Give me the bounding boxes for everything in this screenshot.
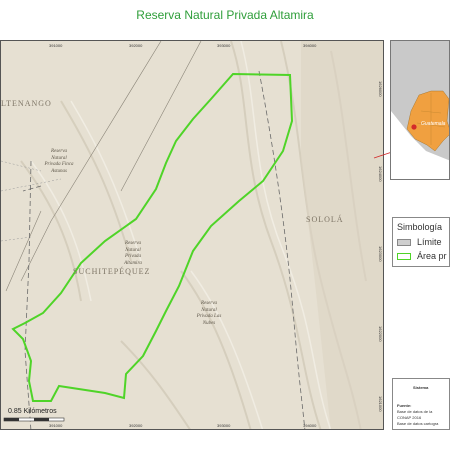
place-tenango: LTENANGO: [1, 99, 52, 108]
annotation-line: Nubes: [202, 320, 216, 326]
right-tick-2: 1624000: [378, 166, 383, 182]
inset-locator-map[interactable]: Guatemala: [390, 40, 450, 180]
place-suchitepequez: SUCHITEPÉQUEZ: [73, 267, 151, 276]
annotation-line: Astunas: [51, 168, 67, 174]
scale-bar-graphic: [3, 417, 65, 422]
legend-swatch-limite: [397, 239, 411, 246]
legend-label-limite: Límite: [417, 237, 442, 247]
scale-label: 0.85 Kilómetros: [8, 408, 57, 415]
top-tick-1: 391000: [49, 43, 63, 48]
bottom-tick-2: 392000: [129, 423, 143, 428]
terrain-map-graphic: [1, 41, 383, 429]
right-tick-5: 1621000: [378, 396, 383, 412]
main-map[interactable]: 391000 392000 393000 394000 391000 39200…: [0, 40, 384, 430]
info-source-line: Base de datos de la: [397, 409, 433, 414]
legend-title: Simbología: [397, 222, 443, 232]
legend-label-area: Área pr: [417, 251, 447, 261]
top-tick-3: 393000: [217, 43, 231, 48]
top-tick-4: 394000: [303, 43, 317, 48]
annotation-las-nubes: Reserva Natural Privada Las Nubes: [187, 301, 231, 327]
place-solola: SOLOLÁ: [306, 215, 344, 224]
legend-panel: Simbología Límite Área pr: [392, 217, 450, 267]
map-title: Reserva Natural Privada Altamira: [136, 8, 314, 22]
info-source-line: CONAP 2016: [397, 415, 422, 420]
legend-swatch-area: [397, 253, 411, 260]
info-heading: Sistema: [413, 385, 429, 390]
bottom-tick-4: 394000: [303, 423, 317, 428]
inset-country-label: Guatemala: [421, 121, 446, 127]
legend-item-limite: Límite: [397, 237, 449, 249]
legend-item-area: Área pr: [397, 251, 449, 263]
inset-map-graphic: [391, 41, 449, 179]
source-info-box: Sistema Fuente: Base de datos de la CONA…: [392, 378, 450, 430]
right-tick-4: 1622000: [378, 326, 383, 342]
annotation-line: Altamira: [124, 260, 142, 266]
location-marker: [411, 124, 417, 130]
info-source-line: Base de datos cartogra: [397, 421, 439, 426]
annotation-finca-astunas: Reserva Natural Privada Finca Astunas: [37, 149, 81, 175]
info-source-label: Fuente:: [397, 403, 412, 408]
annotation-altamira: Reserva Natural Privada Altamira: [113, 241, 153, 267]
scale-bar: 0.85 Kilómetros: [2, 400, 92, 430]
right-tick-3: 1623000: [378, 246, 383, 262]
bottom-tick-3: 393000: [217, 423, 231, 428]
right-tick-1: 1626000: [378, 81, 383, 97]
top-tick-2: 392000: [129, 43, 143, 48]
